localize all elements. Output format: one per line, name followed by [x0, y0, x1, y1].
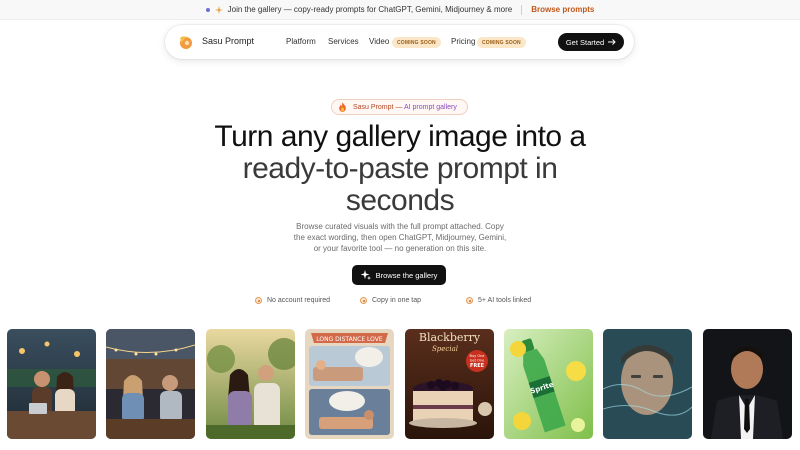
cake-caption-subtitle: Special [432, 345, 458, 353]
hero-subtitle-line3: or your favorite tool — no generation on… [313, 244, 487, 253]
gallery-image: Blackberry Special Buy One Get One FREE [405, 329, 494, 439]
poster-caption: LONG DISTANCE LOVE [316, 336, 383, 343]
gallery-card-long-distance-love[interactable]: LONG DISTANCE LOVE [305, 329, 394, 439]
feature-item: No account required [255, 297, 330, 304]
nav-platform[interactable]: Platform [286, 37, 316, 46]
gallery-card-sprite-bottle[interactable]: Sprite [504, 329, 593, 439]
hero-title-line1: Turn any gallery image into a [214, 120, 586, 153]
check-dot-icon [360, 297, 367, 304]
feature-label: 5+ AI tools linked [478, 297, 532, 304]
arrow-right-icon [608, 39, 616, 45]
browse-gallery-button[interactable]: Browse the gallery [352, 265, 446, 285]
gallery-card-man-water-portrait[interactable] [603, 329, 692, 439]
gallery-image [7, 329, 96, 439]
gallery-image: Sprite [504, 329, 593, 439]
sparkle-icon [214, 5, 223, 14]
coming-soon-badge: COMING SOON [392, 37, 441, 48]
gallery-card-couple-garden[interactable] [206, 329, 295, 439]
sticker-line3: FREE [470, 363, 485, 369]
hero-title-line3: seconds [345, 184, 455, 217]
brand-name[interactable]: Sasu Prompt [202, 36, 254, 46]
gallery-image [206, 329, 295, 439]
nav-services[interactable]: Services [328, 37, 359, 46]
sparkle-icon [360, 270, 371, 280]
get-started-button[interactable]: Get Started [558, 33, 624, 51]
feature-item: 5+ AI tools linked [466, 297, 531, 304]
hero-subtitle-line1: Browse curated visuals with the full pro… [296, 222, 504, 231]
get-started-label: Get Started [565, 37, 605, 47]
cake-caption-title: Blackberry [419, 331, 481, 344]
logo-icon[interactable] [177, 34, 193, 50]
gallery-image [603, 329, 692, 439]
indicator-dot-icon [205, 7, 210, 12]
browse-gallery-label: Browse the gallery [375, 270, 438, 280]
check-dot-icon [255, 297, 262, 304]
gallery-card-couple-cafe-laptop[interactable] [7, 329, 96, 439]
hero-badge-tail: AI prompt gallery [403, 103, 457, 111]
browse-prompts-link[interactable]: Browse prompts [531, 5, 594, 14]
divider [521, 4, 523, 15]
gallery-image [106, 329, 195, 439]
sticker-line2: Get One [470, 359, 484, 363]
hero-badge-head: Sasu Prompt — [353, 103, 404, 111]
check-dot-icon [466, 297, 473, 304]
announcement-bar: Join the gallery — copy-ready prompts fo… [0, 0, 800, 20]
gallery-image: LONG DISTANCE LOVE [305, 329, 394, 439]
flame-icon [339, 102, 346, 112]
navbar: Sasu Prompt Platform Services Video COMI… [165, 25, 634, 59]
feature-item: Copy in one tap [360, 297, 421, 304]
hero-badge: Sasu Prompt — AI prompt gallery [331, 99, 468, 115]
hero-title-line2: ready-to-paste prompt in [242, 152, 558, 185]
gallery-card-man-suit-portrait[interactable] [703, 329, 792, 439]
feature-label: Copy in one tap [372, 297, 422, 304]
gallery-card-couple-cafe-night[interactable] [106, 329, 195, 439]
nav-pricing[interactable]: Pricing [451, 37, 475, 46]
gallery-card-blackberry-cake[interactable]: Blackberry Special Buy One Get One FREE [405, 329, 494, 439]
hero-badge-text: Sasu Prompt — AI prompt gallery [353, 104, 457, 111]
hero-subtitle-line2: the exact wording, then open ChatGPT, Mi… [293, 233, 507, 242]
gallery-image [703, 329, 792, 439]
sticker-line1: Buy One [470, 354, 485, 358]
nav-video[interactable]: Video [369, 37, 389, 46]
announcement-text: Join the gallery — copy-ready prompts fo… [227, 5, 513, 14]
coming-soon-badge: COMING SOON [477, 37, 526, 48]
feature-label: No account required [267, 297, 331, 304]
